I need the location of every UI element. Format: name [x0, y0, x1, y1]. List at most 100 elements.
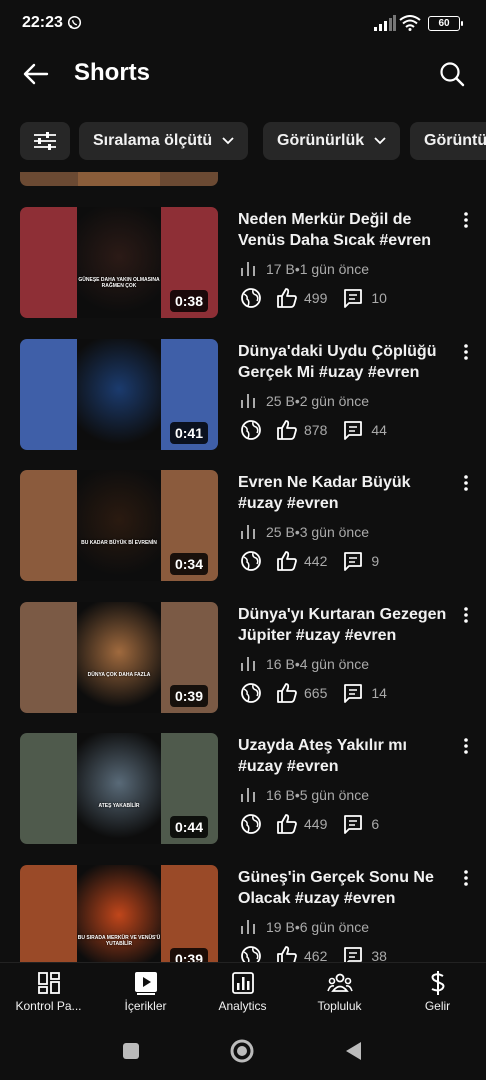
filter-settings-button[interactable] [20, 122, 70, 160]
video-stats: 442 9 [240, 550, 379, 572]
thumbnail-frame: ATEŞ YAKABİLİR [77, 733, 161, 844]
kebab-menu-icon [464, 738, 468, 754]
video-row[interactable]: ATEŞ YAKABİLİR 0:44 Uzayda Ateş Yakılır … [0, 733, 486, 851]
thumbnail-frame [77, 338, 161, 450]
globe-icon [240, 813, 262, 835]
nav-dashboard[interactable]: Kontrol Pa... [0, 963, 97, 1023]
visibility-chip[interactable]: Görünürlük [263, 122, 401, 160]
nav-content[interactable]: İçerikler [97, 963, 194, 1023]
duration-badge: 0:38 [169, 290, 208, 312]
bottom-navigation: Kontrol Pa... İçerikler Analytics Toplul… [0, 962, 486, 1022]
comment-icon [343, 420, 363, 440]
video-meta: 16 B • 4 gün önce [240, 656, 369, 672]
video-title[interactable]: Dünya'daki Uydu Çöplüğü Gerçek Mi #uzay … [238, 341, 452, 383]
comment-icon [343, 551, 363, 571]
recents-button[interactable] [118, 1038, 144, 1064]
views-bars-icon [240, 919, 256, 934]
dashboard-icon [37, 972, 60, 994]
battery-indicator: 60 [428, 16, 463, 31]
more-options-button[interactable] [458, 867, 474, 889]
thumbnail-caption: BU SIRADA MERKÜR VE VENÜS'Ü YUTABİLİR [77, 934, 161, 947]
visibility-chip-label: Görünürlük [277, 132, 365, 149]
more-options-button[interactable] [458, 209, 474, 231]
video-thumbnail[interactable]: ATEŞ YAKABİLİR 0:44 [20, 733, 218, 844]
video-title[interactable]: Dünya'yı Kurtaran Gezegen Jüpiter #uzay … [238, 604, 452, 646]
more-options-button[interactable] [458, 735, 474, 757]
video-thumbnail[interactable]: BU KADAR BÜYÜK Bİ EVRENİN 0:34 [20, 470, 218, 581]
status-bar: 22:23 60 [0, 0, 486, 46]
like-count: 499 [304, 290, 328, 306]
video-stats: 462 38 [240, 945, 387, 963]
kebab-menu-icon [464, 869, 468, 886]
video-meta: 19 B • 6 gün önce [240, 919, 369, 935]
video-thumbnail[interactable]: GÜNEŞE DAHA YAKIN OLMASINA RAĞMEN ÇOK 0:… [20, 207, 218, 318]
analytics-icon [231, 972, 254, 994]
shorts-list: GÜNEŞE DAHA YAKIN OLMASINA RAĞMEN ÇOK 0:… [0, 172, 486, 962]
whatsapp-icon [67, 15, 82, 30]
kebab-menu-icon [464, 212, 468, 228]
nav-earn[interactable]: Gelir [389, 963, 486, 1023]
video-meta: 17 B • 1 gün önce [240, 261, 369, 277]
thumbs-up-icon [276, 945, 298, 962]
thumbnail-caption: BU KADAR BÜYÜK Bİ EVRENİN [81, 540, 157, 546]
kebab-menu-icon [464, 475, 468, 491]
back-button[interactable] [18, 56, 54, 92]
duration-badge: 0:34 [169, 553, 208, 575]
video-title[interactable]: Uzayda Ateş Yakılır mı #uzay #evren [238, 735, 452, 777]
triangle-back-icon [346, 1042, 361, 1060]
video-thumbnail[interactable]: 0:41 [20, 338, 218, 450]
video-title[interactable]: Neden Merkür Değil de Venüs Daha Sıcak #… [238, 209, 452, 251]
comment-icon [343, 683, 363, 703]
video-meta: 25 B • 3 gün önce [240, 524, 369, 540]
video-row[interactable]: DÜNYA ÇOK DAHA FAZLA 0:39 Dünya'yı Kurta… [0, 601, 486, 720]
comment-count: 10 [371, 290, 387, 306]
nav-analytics[interactable]: Analytics [194, 963, 291, 1023]
dollar-icon [431, 971, 444, 995]
thumbnail-caption: GÜNEŞE DAHA YAKIN OLMASINA RAĞMEN ÇOK [78, 277, 160, 289]
square-icon [123, 1043, 139, 1059]
video-title[interactable]: Güneş'in Gerçek Sonu Ne Olacak #uzay #ev… [238, 867, 452, 909]
video-row[interactable]: BU KADAR BÜYÜK Bİ EVRENİN 0:34 Evren Ne … [0, 470, 486, 588]
chevron-down-icon [374, 137, 386, 145]
video-stats: 449 6 [240, 813, 379, 835]
globe-icon [240, 682, 262, 704]
views-chip[interactable]: Görüntü [410, 122, 486, 160]
thumbs-up-icon [276, 813, 298, 835]
video-row[interactable]: 0:41 Dünya'daki Uydu Çöplüğü Gerçek Mi #… [0, 338, 486, 457]
view-count: 17 B [266, 261, 295, 277]
like-count: 442 [304, 553, 328, 569]
like-count: 665 [304, 684, 328, 701]
thumbnail-frame: DÜNYA ÇOK DAHA FAZLA [77, 601, 161, 713]
thumbnail-frame: BU KADAR BÜYÜK Bİ EVRENİN [77, 470, 161, 581]
globe-icon [240, 287, 262, 309]
video-title[interactable]: Evren Ne Kadar Büyük #uzay #evren [238, 472, 452, 514]
views-bars-icon [240, 656, 256, 671]
back-arrow-icon [23, 63, 49, 85]
more-options-button[interactable] [458, 472, 474, 494]
search-icon [440, 62, 465, 87]
system-back-button[interactable] [340, 1038, 366, 1064]
video-row[interactable]: BU SIRADA MERKÜR VE VENÜS'Ü YUTABİLİR 0:… [0, 864, 486, 963]
views-bars-icon [240, 262, 256, 276]
globe-icon [240, 419, 262, 441]
page-title: Shorts [74, 59, 151, 86]
sort-chip[interactable]: Sıralama ölçütü [79, 122, 249, 160]
thumbnail-frame: GÜNEŞE DAHA YAKIN OLMASINA RAĞMEN ÇOK [77, 207, 161, 318]
video-thumbnail[interactable]: DÜNYA ÇOK DAHA FAZLA 0:39 [20, 601, 218, 713]
like-count: 462 [304, 947, 328, 963]
video-thumbnail[interactable]: BU SIRADA MERKÜR VE VENÜS'Ü YUTABİLİR 0:… [20, 864, 218, 962]
more-options-button[interactable] [458, 604, 474, 626]
sort-chip-label: Sıralama ölçütü [93, 132, 213, 149]
nav-earn-label: Gelir [424, 999, 451, 1013]
video-meta: 25 B • 2 gün önce [240, 393, 369, 409]
home-button[interactable] [229, 1038, 255, 1064]
nav-analytics-label: Analytics [218, 999, 267, 1013]
search-button[interactable] [434, 56, 470, 92]
comment-count: 6 [371, 816, 380, 832]
partial-thumbnail[interactable] [20, 172, 218, 186]
nav-community[interactable]: Topluluk [291, 963, 388, 1023]
video-row[interactable]: GÜNEŞE DAHA YAKIN OLMASINA RAĞMEN ÇOK 0:… [0, 207, 486, 325]
more-options-button[interactable] [458, 341, 474, 363]
globe-icon [240, 550, 262, 572]
filter-row: Sıralama ölçütü Görünürlük Görüntü [0, 120, 486, 164]
